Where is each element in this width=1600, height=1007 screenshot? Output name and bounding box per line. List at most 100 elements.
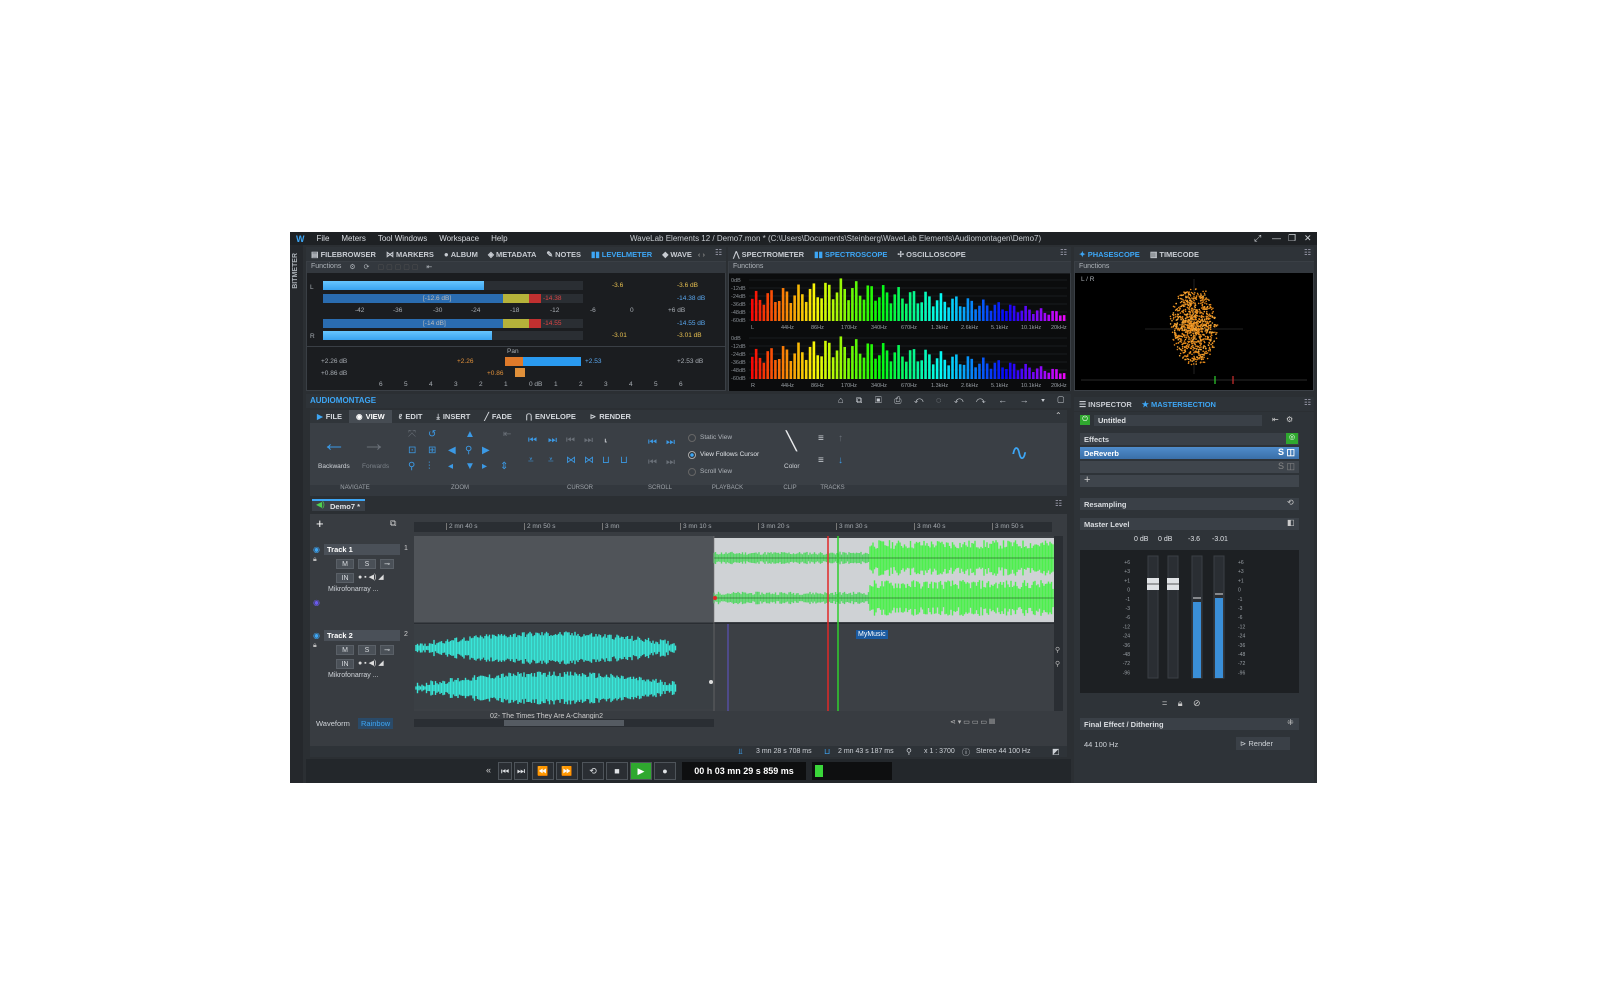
loop-icon[interactable]: ⟲: [582, 762, 604, 780]
scroll-controls-icons[interactable]: ⋖ ▾ ▭ ▭ ▭ ⦀⦀: [950, 718, 995, 727]
minimize-icon[interactable]: —: [1272, 233, 1281, 243]
panel-menu-icon[interactable]: ☷: [1304, 248, 1311, 257]
preset-settings-icon[interactable]: ⚙: [1286, 415, 1293, 424]
restore-icon[interactable]: ❐: [1288, 233, 1296, 244]
track-up-icon[interactable]: ↑: [838, 434, 843, 444]
phase-functions[interactable]: Functions: [1075, 262, 1314, 273]
zoom-out-side-icon[interactable]: ⚲: [1055, 660, 1060, 668]
resampling-icon[interactable]: ⟲: [1287, 498, 1294, 507]
track-down-icon[interactable]: ↓: [838, 456, 843, 466]
ribbon-collapse-icon[interactable]: ⌃: [1055, 411, 1062, 420]
clip-label-mymusic[interactable]: MyMusic: [856, 630, 888, 639]
track-2-lock-icon[interactable]: 🔒︎: [313, 642, 317, 650]
scroll-end-icon[interactable]: ⏭: [666, 438, 675, 448]
master-power-icon[interactable]: ⏻: [1080, 415, 1090, 425]
scroll-start-icon[interactable]: ⏮: [648, 438, 657, 448]
tab-notes[interactable]: ✎ NOTES: [541, 250, 586, 259]
zoom-out-vertical-icon[interactable]: ▼: [465, 462, 475, 472]
track-1-solo[interactable]: S: [358, 559, 376, 569]
track-1-mute[interactable]: M: [336, 559, 354, 569]
tab-markers[interactable]: ⋈ MARKERS: [381, 250, 439, 259]
scroll-prev-icon[interactable]: ⏮: [648, 458, 657, 468]
track-2-input[interactable]: IN: [336, 659, 354, 669]
cursor-start-icon[interactable]: ⏮: [528, 436, 537, 446]
transport-time-display[interactable]: 00 h 03 mn 29 s 859 ms: [682, 762, 806, 780]
horizontal-scroll-thumb[interactable]: [504, 720, 624, 726]
ribbon-tab-render[interactable]: ⊳ RENDER: [583, 410, 638, 423]
tracks-list-icon[interactable]: ≡: [818, 434, 824, 444]
close-icon[interactable]: ✕: [1304, 233, 1312, 244]
status-corner-icon[interactable]: ◩: [1052, 747, 1060, 756]
scroll-view-radio[interactable]: [688, 468, 696, 476]
record-icon[interactable]: ●: [654, 762, 676, 780]
functions-menu[interactable]: Functions: [311, 263, 341, 272]
tab-spectroscope[interactable]: ▮▮ SPECTROSCOPE: [809, 250, 892, 259]
track-1-power-icon[interactable]: ◉: [313, 545, 320, 554]
zoom-magnifier-icon[interactable]: ⚲: [465, 446, 472, 456]
add-plugin-icon[interactable]: +: [1084, 474, 1090, 486]
color-brush-icon[interactable]: ╲: [786, 432, 797, 450]
track-view-icon[interactable]: ⧉: [390, 518, 396, 529]
rainbow-mode[interactable]: Rainbow: [358, 718, 394, 729]
backwards-arrow-icon[interactable]: ←: [322, 432, 346, 456]
zoom-fit-icon[interactable]: ⊡: [408, 446, 416, 456]
ribbon-tab-fade[interactable]: ╱ FADE: [477, 410, 519, 423]
preset-name[interactable]: Untitled: [1094, 415, 1262, 426]
ribbon-tab-envelope[interactable]: ⋂ ENVELOPE: [519, 410, 583, 423]
waveform-mode[interactable]: Waveform: [316, 719, 350, 728]
menu-workspace[interactable]: Workspace: [433, 234, 485, 243]
plugin-solo-bypass-icon[interactable]: S ◫: [1278, 447, 1295, 458]
zoom-in-vertical-icon[interactable]: ▲: [465, 430, 475, 440]
zoom-in-side-icon[interactable]: ⚲: [1055, 646, 1060, 654]
tab-inspector[interactable]: ☰ INSPECTOR: [1074, 400, 1137, 409]
collapse-icon[interactable]: ⇤: [426, 263, 432, 272]
tab-metadata[interactable]: ◈ METADATA: [483, 250, 542, 259]
reset-icon[interactable]: ⟳: [364, 263, 370, 272]
tab-phasescope[interactable]: ✦ PHASESCOPE: [1074, 250, 1145, 259]
fullscreen-icon[interactable]: ⤢: [1254, 233, 1261, 244]
final-effect-icon[interactable]: ⁜: [1287, 718, 1294, 727]
play-icon[interactable]: ▶: [630, 762, 652, 780]
effects-power-icon[interactable]: ◎: [1286, 433, 1298, 444]
zoom-out-horizontal-icon[interactable]: ◀: [448, 446, 456, 456]
app-logo-icon[interactable]: W: [290, 234, 311, 244]
settings-icon[interactable]: ⚙: [349, 263, 355, 272]
cursor-next-marker-icon[interactable]: ⏭: [584, 436, 593, 446]
transport-collapse-icon[interactable]: «: [486, 765, 491, 775]
ribbon-tab-edit[interactable]: ℓ EDIT: [392, 410, 430, 423]
cursor-next-icon[interactable]: ⏭: [548, 436, 557, 446]
track-2-rec-icon[interactable]: ● ▪ ◀) ◢: [358, 659, 384, 667]
panel-menu-icon[interactable]: ☷: [1060, 248, 1067, 257]
time-ruler[interactable]: 2 mn 40 s 2 mn 50 s 3 mn 3 mn 10 s 3 mn 20 s…: [414, 522, 1052, 532]
cursor-pointer-icon[interactable]: ⸤: [604, 434, 608, 444]
zoom-edge-icon[interactable]: ⇤: [503, 430, 511, 440]
tab-scroll-icon[interactable]: ‹ ›: [698, 250, 705, 259]
track-1-rec-icon[interactable]: ● ▪ ◀) ◢: [358, 573, 384, 581]
preset-export-icon[interactable]: ⇤: [1272, 415, 1279, 424]
panel-menu-icon[interactable]: ☷: [1304, 398, 1311, 407]
montage-toolbar-icons[interactable]: ⌂ ⧉ ▣ ⎙ ↶ ◌ ↶ ↷ ← → ▾ ▢ ☷: [838, 395, 1089, 406]
bitmeter-side-tab[interactable]: BITMETER: [292, 253, 299, 289]
fast-forward-icon[interactable]: ⏩: [556, 762, 578, 780]
master-level-icon[interactable]: ◧: [1287, 518, 1295, 527]
zoom-undo-icon[interactable]: ↺: [428, 430, 436, 440]
menu-file[interactable]: File: [311, 234, 336, 243]
selection-length[interactable]: 2 mn 43 s 187 ms: [838, 748, 894, 755]
fader-link-icons[interactable]: = 🔒︎ ⊘: [1162, 698, 1205, 709]
tracks-list2-icon[interactable]: ≡: [818, 456, 824, 466]
master-faders[interactable]: +6 +6 +3 +3 +1 +1 0 0 -1 -1 -3 -3 -6 -6 -12 -12 -24 -24 -3…: [1080, 550, 1299, 693]
track-2-input-device[interactable]: Mikrofonarray ...: [328, 672, 379, 679]
forwards-arrow-icon[interactable]: →: [362, 432, 386, 456]
audio-format[interactable]: Stereo 44 100 Hz: [976, 748, 1030, 755]
cursor-down-icon[interactable]: ⩡: [528, 456, 534, 466]
tab-wave[interactable]: ◆ WAVE ‹ ›: [657, 250, 710, 259]
final-effect-header[interactable]: Final Effect / Dithering: [1080, 718, 1299, 730]
tab-oscilloscope[interactable]: ✢ OSCILLOSCOPE: [892, 250, 970, 259]
effects-header[interactable]: Effects: [1080, 433, 1299, 445]
tab-levelmeter[interactable]: ▮▮ LEVELMETER: [586, 250, 657, 259]
scroll-next-icon[interactable]: ⏭: [666, 458, 675, 468]
track-2-power-icon[interactable]: ◉: [313, 631, 320, 640]
goto-end-icon[interactable]: ⏭: [514, 762, 528, 780]
track-2-route-icon[interactable]: ⊸: [380, 645, 394, 655]
zoom-tool-icon[interactable]: ⤧: [408, 430, 416, 440]
